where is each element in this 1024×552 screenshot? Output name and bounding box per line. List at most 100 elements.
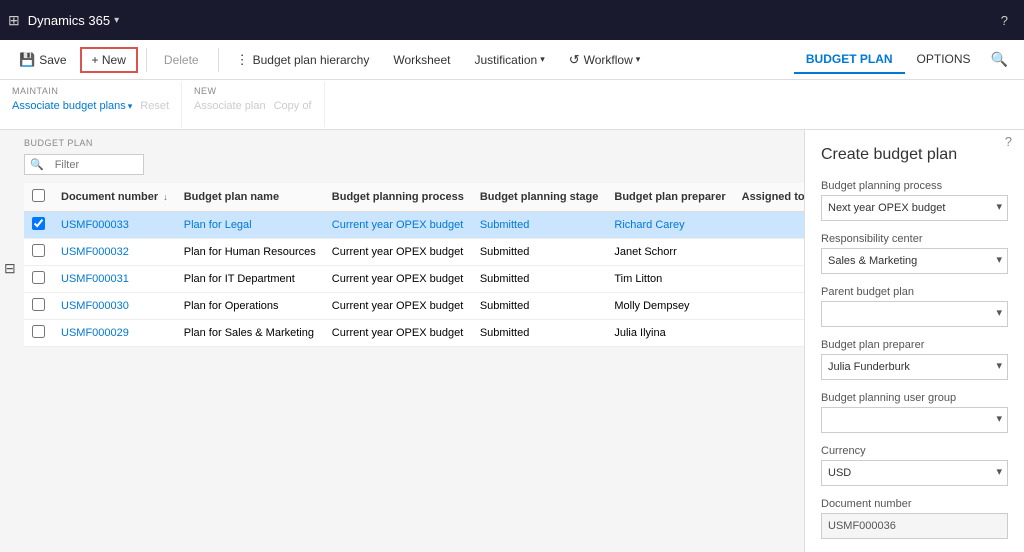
plan-name-value: Plan for Operations [184, 300, 279, 312]
responsibility-center-group: Responsibility center Sales & Marketing … [821, 233, 1008, 274]
grid-icon[interactable]: ⊞ [8, 12, 20, 29]
stage-value: Submitted [480, 327, 530, 339]
plan-name-cell: Plan for Human Resources [176, 239, 324, 266]
associate-budget-plans-link[interactable]: Associate budget plans ▾ [12, 100, 132, 112]
delete-button[interactable]: Delete [153, 48, 210, 72]
plan-name-value[interactable]: Plan for Legal [184, 219, 252, 231]
workflow-button[interactable]: ↺ Workflow ▾ [558, 47, 652, 73]
assigned-cell [734, 320, 804, 347]
col-plan-name[interactable]: Budget plan name [176, 183, 324, 212]
stage-cell: Submitted [472, 212, 607, 239]
doc-number-cell: USMF000031 [53, 266, 176, 293]
row-checkbox-cell [24, 212, 53, 239]
doc-number-link[interactable]: USMF000033 [61, 219, 129, 231]
filter-input[interactable] [49, 156, 143, 174]
worksheet-button[interactable]: Worksheet [382, 48, 461, 72]
new-links: Associate plan Copy of [194, 100, 311, 112]
assigned-cell [734, 293, 804, 320]
select-all-checkbox[interactable] [32, 189, 45, 202]
responsibility-center-label: Responsibility center [821, 233, 1008, 245]
doc-number-cell: USMF000030 [53, 293, 176, 320]
filter-bar-icon[interactable]: ⊟ [4, 260, 16, 277]
workflow-icon: ↺ [569, 52, 580, 68]
col-assigned[interactable]: Assigned to [734, 183, 804, 212]
doc-number-link[interactable]: USMF000029 [61, 327, 129, 339]
section-label: BUDGET PLAN [8, 138, 796, 148]
budget-planning-process-group: Budget planning process Next year OPEX b… [821, 180, 1008, 221]
budget-plan-preparer-select[interactable]: Julia Funderburk Richard Carey Janet Sch… [821, 354, 1008, 380]
process-cell: Current year OPEX budget [324, 239, 472, 266]
stage-value: Submitted [480, 273, 530, 285]
process-cell: Current year OPEX budget [324, 293, 472, 320]
maintain-group: MAINTAIN Associate budget plans ▾ Reset [12, 82, 182, 127]
row-checkbox[interactable] [32, 325, 45, 338]
process-value: Current year OPEX budget [332, 327, 463, 339]
app-name: Dynamics 365 [28, 13, 110, 28]
row-checkbox[interactable] [32, 271, 45, 284]
doc-number-link[interactable]: USMF000032 [61, 246, 129, 258]
responsibility-center-select[interactable]: Sales & Marketing Legal Human Resources … [821, 248, 1008, 274]
budget-planning-process-select[interactable]: Next year OPEX budget Current year OPEX … [821, 195, 1008, 221]
budget-planning-user-group-select[interactable] [821, 407, 1008, 433]
responsibility-center-select-wrap: Sales & Marketing Legal Human Resources … [821, 248, 1008, 274]
parent-budget-plan-select[interactable] [821, 301, 1008, 327]
currency-group: Currency USD EUR GBP [821, 445, 1008, 486]
plan-name-cell: Plan for Sales & Marketing [176, 320, 324, 347]
new-button[interactable]: + New [80, 47, 138, 73]
hierarchy-icon: ⋮ [236, 52, 249, 68]
right-panel: ? Create budget plan Budget planning pro… [804, 130, 1024, 552]
sort-icon: ↓ [163, 192, 168, 202]
budget-plan-preparer-group: Budget plan preparer Julia Funderburk Ri… [821, 339, 1008, 380]
budget-plan-table: Document number ↓ Budget plan name Budge… [24, 183, 804, 347]
action-area: MAINTAIN Associate budget plans ▾ Reset … [0, 80, 1024, 130]
filter-input-wrap: 🔍 [24, 154, 144, 175]
save-button[interactable]: 💾 Save [8, 47, 78, 73]
help-icon[interactable]: ? [1005, 134, 1012, 149]
preparer-value: Julia Ilyina [614, 327, 665, 339]
stage-cell: Submitted [472, 320, 607, 347]
process-cell: Current year OPEX budget [324, 212, 472, 239]
document-number-label: Document number [821, 498, 1008, 510]
col-stage[interactable]: Budget planning stage [472, 183, 607, 212]
col-doc-number[interactable]: Document number ↓ [53, 183, 176, 212]
document-number-input[interactable] [821, 513, 1008, 539]
row-checkbox[interactable] [32, 244, 45, 257]
associate-plan-link: Associate plan [194, 100, 266, 112]
row-checkbox-cell [24, 266, 53, 293]
table-row: USMF000030 Plan for Operations Current y… [24, 293, 804, 320]
preparer-value[interactable]: Richard Carey [614, 219, 684, 231]
question-icon[interactable]: ? [1001, 13, 1008, 28]
row-checkbox[interactable] [32, 217, 45, 230]
preparer-value: Molly Dempsey [614, 300, 689, 312]
plan-name-cell: Plan for IT Department [176, 266, 324, 293]
table-header-row: Document number ↓ Budget plan name Budge… [24, 183, 804, 212]
row-checkbox-cell [24, 293, 53, 320]
workflow-chevron: ▾ [636, 54, 641, 65]
table-body: USMF000033 Plan for Legal Current year O… [24, 212, 804, 347]
search-button[interactable]: 🔍 [983, 47, 1016, 72]
justification-button[interactable]: Justification ▾ [463, 48, 555, 72]
preparer-cell: Tim Litton [606, 266, 733, 293]
checkbox-col-header [24, 183, 53, 212]
process-value: Current year OPEX budget [332, 246, 463, 258]
table-row: USMF000029 Plan for Sales & Marketing Cu… [24, 320, 804, 347]
preparer-value: Tim Litton [614, 273, 662, 285]
new-group: NEW Associate plan Copy of [194, 82, 324, 127]
doc-number-link[interactable]: USMF000030 [61, 300, 129, 312]
preparer-cell: Janet Schorr [606, 239, 733, 266]
doc-number-link[interactable]: USMF000031 [61, 273, 129, 285]
col-process[interactable]: Budget planning process [324, 183, 472, 212]
justification-chevron: ▾ [540, 54, 545, 65]
budget-plan-hierarchy-button[interactable]: ⋮ Budget plan hierarchy [225, 47, 381, 73]
tab-options[interactable]: OPTIONS [905, 46, 983, 74]
associate-chevron: ▾ [128, 101, 133, 112]
chevron-down-icon[interactable]: ▾ [114, 15, 119, 26]
preparer-cell: Richard Carey [606, 212, 733, 239]
tab-budget-plan[interactable]: BUDGET PLAN [794, 46, 905, 74]
currency-select[interactable]: USD EUR GBP [821, 460, 1008, 486]
parent-budget-plan-group: Parent budget plan [821, 286, 1008, 327]
col-preparer[interactable]: Budget plan preparer [606, 183, 733, 212]
process-value: Current year OPEX budget [332, 300, 463, 312]
copy-of-link: Copy of [274, 100, 312, 112]
row-checkbox[interactable] [32, 298, 45, 311]
